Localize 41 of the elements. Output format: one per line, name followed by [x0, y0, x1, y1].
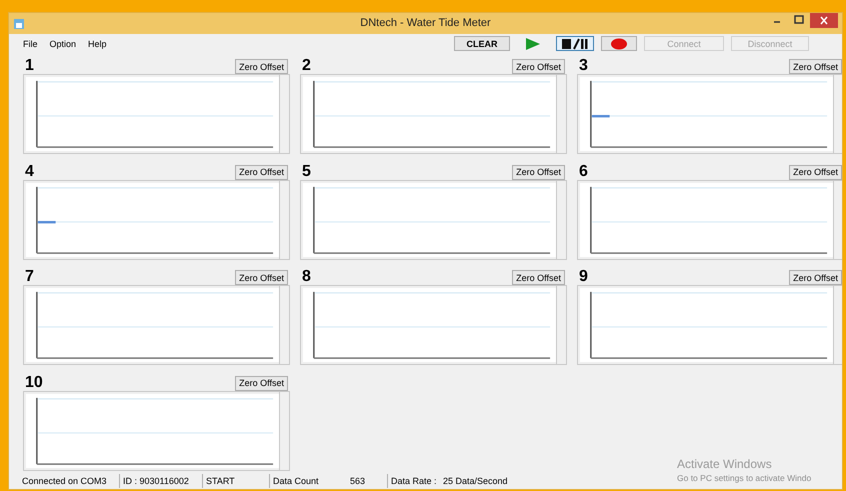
status-text: 25 Data/Second [442, 476, 509, 486]
meter-number: 3 [579, 58, 588, 74]
record-button[interactable] [601, 36, 637, 51]
status-text: START [205, 476, 236, 486]
status-text: Data Count [272, 476, 320, 486]
play-icon [526, 38, 540, 50]
menu-item[interactable]: File [17, 38, 44, 48]
close-icon[interactable] [810, 13, 838, 28]
zero-offset-button[interactable]: Zero Offset [235, 270, 288, 285]
status-text: ID : 9030116002 [122, 476, 190, 486]
record-icon [611, 38, 627, 50]
zero-offset-button[interactable]: Zero Offset [789, 164, 842, 180]
zero-offset-button[interactable]: Zero Offset [512, 164, 565, 180]
zero-offset-button[interactable]: Zero Offset [235, 376, 288, 390]
status-text: 563 [349, 476, 366, 486]
zero-offset-button[interactable]: Zero Offset [235, 164, 288, 180]
menu-item[interactable]: Option [44, 38, 82, 48]
meter-number: 7 [25, 269, 34, 285]
zero-offset-button[interactable]: Zero Offset [235, 59, 288, 74]
status-text: Connected on COM3 [21, 476, 108, 486]
activation-title: Activate Windows [677, 457, 772, 471]
menu-item[interactable]: Help [82, 38, 113, 48]
status-text: Data Rate : [390, 476, 438, 486]
meter-number: 8 [302, 269, 311, 285]
zero-offset-button[interactable]: Zero Offset [789, 270, 842, 285]
meter-number: 9 [579, 269, 588, 285]
meter-number: 6 [579, 164, 588, 180]
window-title: DNtech - Water Tide Meter [359, 17, 492, 29]
zero-offset-button[interactable]: Zero Offset [512, 59, 565, 74]
stop-pause-button[interactable] [556, 36, 594, 51]
stop-pause-icon [562, 38, 588, 50]
meter-number: 2 [302, 58, 311, 74]
clear-button[interactable]: CLEAR [454, 36, 510, 51]
meter-number: 5 [302, 164, 311, 180]
app-icon [13, 18, 25, 30]
zero-offset-button[interactable]: Zero Offset [512, 270, 565, 285]
zero-offset-button[interactable]: Zero Offset [789, 59, 842, 74]
meter-number: 4 [25, 164, 34, 180]
activation-text: Go to PC settings to activate Windo [677, 473, 812, 483]
meter-number: 1 [25, 58, 34, 74]
meter-number: 10 [25, 374, 43, 390]
